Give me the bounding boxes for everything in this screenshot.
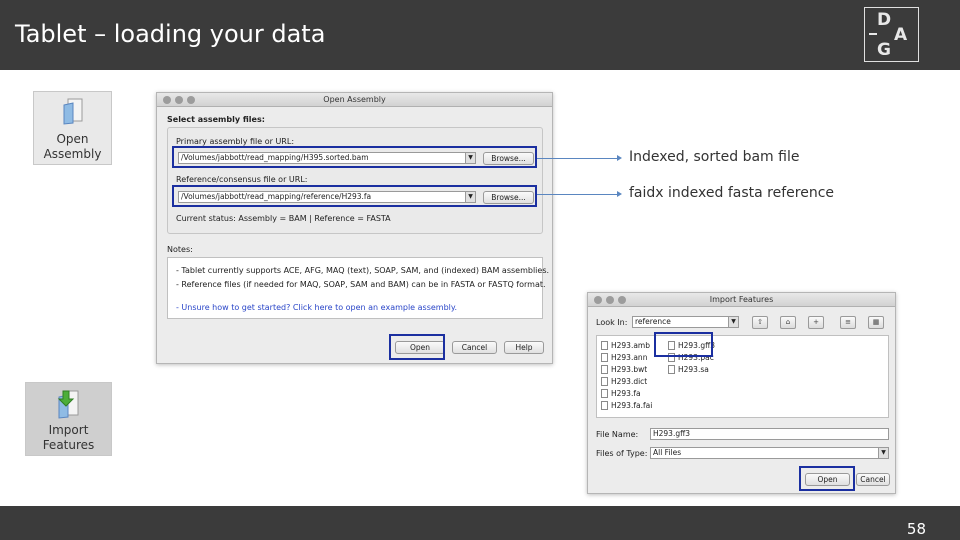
select-files-label: Select assembly files: — [167, 115, 265, 124]
file-icon — [601, 353, 608, 362]
file-type-label: Files of Type: — [596, 449, 648, 458]
file-icon — [601, 401, 608, 410]
assembly-files-group: Primary assembly file or URL: /Volumes/j… — [167, 127, 543, 234]
slide-header: Tablet – loading your data D A G — [0, 0, 960, 70]
note-reference-formats: - Reference files (if needed for MAQ, SO… — [176, 280, 546, 289]
open-button-highlight — [389, 334, 445, 360]
current-status-text: Current status: Assembly = BAM | Referen… — [176, 214, 391, 223]
chevron-down-icon[interactable]: ▼ — [728, 317, 738, 327]
open-assembly-button[interactable]: Open Assembly — [33, 91, 112, 165]
logo-letter-a: A — [894, 25, 908, 45]
import-features-dialog: Import Features Look In: reference ▼ ⇧ ⌂… — [587, 292, 896, 494]
open-assembly-label-1: Open — [56, 132, 89, 146]
bam-callout-line — [537, 158, 617, 159]
up-folder-icon[interactable]: ⇧ — [752, 316, 768, 329]
file-chooser-toolbar: ⇧ ⌂ + ≡ ▦ — [752, 316, 892, 329]
file-name-input[interactable]: H293.gff3 — [650, 428, 889, 440]
fasta-callout-line — [537, 194, 617, 195]
open-assembly-cancel-button[interactable]: Cancel — [452, 341, 497, 354]
import-features-label-1: Import — [48, 423, 89, 437]
example-assembly-link[interactable]: - Unsure how to get started? Click here … — [176, 303, 457, 313]
folder-document-icon — [63, 98, 83, 125]
list-view-icon[interactable]: ≡ — [840, 316, 856, 329]
slide-title: Tablet – loading your data — [15, 20, 326, 48]
logo-letter-g: G — [877, 40, 891, 60]
import-features-titlebar: Import Features — [588, 293, 895, 307]
dag-logo: D A G — [864, 7, 919, 62]
look-in-combo[interactable]: reference ▼ — [632, 316, 739, 328]
file-item[interactable]: H293.fa — [601, 388, 641, 399]
file-icon — [601, 389, 608, 398]
open-assembly-help-button[interactable]: Help — [504, 341, 544, 354]
file-name-label: File Name: — [596, 430, 639, 439]
gff3-file-highlight — [654, 332, 713, 357]
look-in-label: Look In: — [596, 318, 628, 327]
file-item[interactable]: H293.bwt — [601, 364, 647, 375]
reference-file-highlight — [172, 185, 537, 207]
file-item[interactable]: H293.amb — [601, 340, 650, 351]
bam-callout-text: Indexed, sorted bam file — [629, 149, 800, 165]
logo-letter-d: D — [877, 10, 892, 30]
notes-label: Notes: — [167, 245, 193, 254]
file-type-value: All Files — [653, 448, 682, 457]
new-folder-icon[interactable]: + — [808, 316, 824, 329]
import-arrow-icon — [57, 390, 79, 419]
file-icon — [601, 341, 608, 350]
file-list[interactable]: H293.amb H293.ann H293.bwt H293.dict H29… — [596, 335, 889, 418]
open-assembly-dialog: Open Assembly Select assembly files: Pri… — [156, 92, 553, 364]
import-cancel-button[interactable]: Cancel — [856, 473, 890, 486]
details-view-icon[interactable]: ▦ — [868, 316, 884, 329]
look-in-value: reference — [635, 317, 671, 326]
primary-file-highlight — [172, 146, 537, 168]
open-assembly-title: Open Assembly — [323, 95, 386, 104]
page-number: 58 — [906, 520, 926, 538]
file-type-combo[interactable]: All Files ▼ — [650, 447, 889, 459]
fasta-callout-arrow — [617, 191, 622, 197]
open-assembly-label-2: Assembly — [43, 147, 102, 161]
home-icon[interactable]: ⌂ — [780, 316, 796, 329]
import-features-title: Import Features — [709, 295, 774, 304]
file-icon — [601, 365, 608, 374]
import-features-label-2: Features — [42, 438, 95, 452]
notes-box: - Tablet currently supports ACE, AFG, MA… — [167, 257, 549, 319]
file-item[interactable]: H293.ann — [601, 352, 647, 363]
logo-dash — [869, 33, 877, 35]
fasta-callout-text: faidx indexed fasta reference — [629, 185, 835, 201]
file-item[interactable]: H293.sa — [668, 364, 709, 375]
file-icon — [668, 365, 675, 374]
file-item[interactable]: H293.dict — [601, 376, 647, 387]
reference-file-label: Reference/consensus file or URL: — [176, 175, 308, 184]
open-assembly-titlebar: Open Assembly — [157, 93, 552, 107]
chevron-down-icon[interactable]: ▼ — [878, 448, 888, 458]
import-features-button[interactable]: Import Features — [25, 382, 112, 456]
note-formats: - Tablet currently supports ACE, AFG, MA… — [176, 266, 550, 275]
import-open-highlight — [799, 466, 855, 491]
bam-callout-arrow — [617, 155, 622, 161]
file-item[interactable]: H293.fa.fai — [601, 400, 652, 411]
slide-footer: 58 — [0, 506, 960, 540]
file-icon — [601, 377, 608, 386]
